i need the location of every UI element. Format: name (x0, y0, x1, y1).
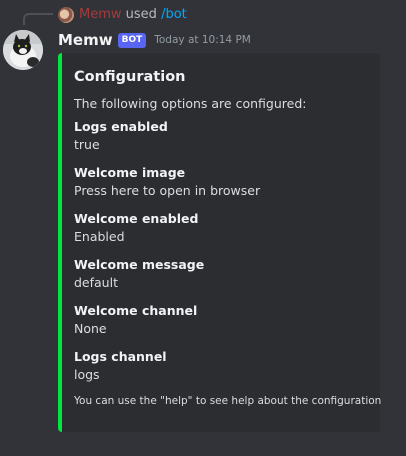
field-name: Welcome enabled (74, 211, 199, 226)
field-name: Logs enabled (74, 119, 168, 134)
field-name: Welcome channel (74, 303, 198, 318)
field-value: None (74, 321, 107, 336)
reply-spine (23, 13, 53, 25)
reply-command-link[interactable]: /bot (161, 7, 187, 22)
embed-title: Configuration (74, 69, 186, 85)
embed-field-welcome-message: Welcome message default (74, 256, 368, 292)
field-name: Welcome image (74, 165, 186, 180)
message-header: Memw BOT Today at 10:14 PM (58, 29, 251, 51)
embed-field-welcome-enabled: Welcome enabled Enabled (74, 210, 368, 246)
reply-used-text: used (125, 7, 157, 22)
embed-footer: You can use the "help" to see help about… (74, 395, 382, 407)
embed-field-welcome-channel: Welcome channel None (74, 302, 368, 338)
embed-description: The following options are configured: (74, 96, 307, 111)
field-value: true (74, 137, 100, 152)
message-timestamp[interactable]: Today at 10:14 PM (154, 34, 251, 46)
embed-field-logs-channel: Logs channel logs (74, 348, 368, 384)
bot-message: Memw used /bot Memw BOT Today at 10:14 P… (0, 0, 406, 456)
config-embed: Configuration The following options are … (58, 53, 382, 432)
field-name: Welcome message (74, 257, 205, 272)
embed-field-welcome-image: Welcome image Press here to open in brow… (74, 164, 368, 200)
interaction-reference: Memw used /bot (79, 6, 187, 24)
author-name[interactable]: Memw (58, 31, 113, 49)
cat-avatar-icon (3, 30, 43, 70)
bot-badge: BOT (117, 32, 147, 48)
field-value: default (74, 275, 118, 290)
reply-user-avatar[interactable] (58, 7, 74, 23)
welcome-image-link[interactable]: Press here to open in browser (74, 182, 368, 200)
bot-avatar[interactable] (3, 30, 43, 70)
reply-username[interactable]: Memw (79, 7, 122, 22)
embed-field-logs-enabled: Logs enabled true (74, 118, 368, 154)
field-value: logs (74, 367, 100, 382)
field-name: Logs channel (74, 349, 167, 364)
field-value: Enabled (74, 229, 125, 244)
